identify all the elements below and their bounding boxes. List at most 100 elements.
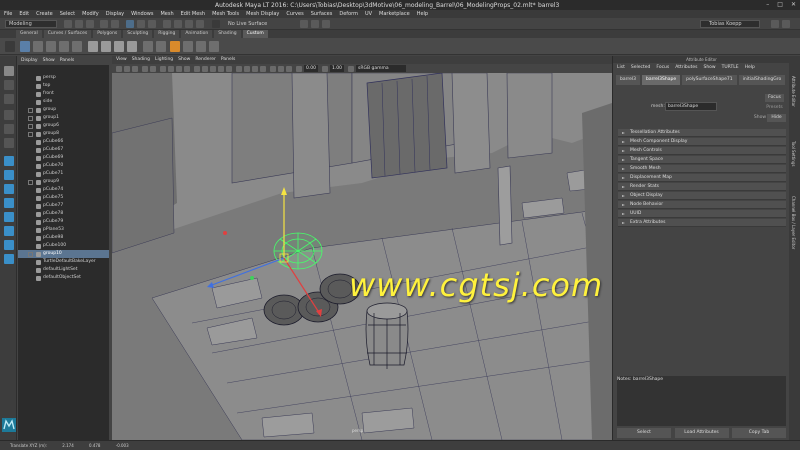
uv-editor-icon[interactable]	[170, 41, 180, 52]
menu-file[interactable]: File	[4, 10, 12, 18]
outliner-item-turtledefaultbakelayer[interactable]: TurtleDefaultBakeLayer	[18, 258, 109, 266]
outliner-item-defaultlightset[interactable]: defaultLightSet	[18, 266, 109, 274]
outliner-menu-panels[interactable]: Panels	[60, 56, 74, 65]
poly-cylinder-icon[interactable]	[114, 41, 124, 52]
user-account[interactable]: Tobias Koepp	[700, 20, 760, 28]
shelf-tab-curves-surfaces[interactable]: Curves / Surfaces	[43, 30, 92, 38]
select-object-icon[interactable]	[137, 20, 145, 28]
attribute-editor-toggle-icon[interactable]	[782, 20, 790, 28]
exposure-field[interactable]: 0.00	[304, 65, 319, 72]
select-hierarchy-icon[interactable]	[126, 20, 134, 28]
shadows-icon[interactable]	[244, 65, 250, 72]
outliner-item-group1[interactable]: group1	[18, 114, 109, 122]
side-tab-attribute-editor[interactable]: Attribute Editor	[791, 76, 796, 107]
menu-surfaces[interactable]: Surfaces	[311, 10, 333, 18]
maximize-button[interactable]: □	[777, 1, 783, 8]
exposure-icon[interactable]	[296, 65, 302, 72]
delete-history-icon[interactable]	[46, 41, 56, 52]
resolution-gate-icon[interactable]	[168, 65, 174, 72]
safe-action-icon[interactable]	[194, 65, 200, 72]
section-object-display[interactable]: Object Display	[618, 192, 786, 200]
expand-icon[interactable]	[28, 123, 33, 129]
menu-deform[interactable]: Deform	[339, 10, 358, 18]
merge-icon[interactable]	[59, 41, 69, 52]
gamma-icon[interactable]	[322, 65, 328, 72]
outliner-item-group8[interactable]: group8	[18, 130, 109, 138]
section-mesh-component-display[interactable]: Mesh Component Display	[618, 138, 786, 146]
xray-joints-icon[interactable]	[286, 65, 292, 72]
side-by-side-layout-icon[interactable]	[4, 184, 14, 194]
persp-outliner-layout-icon[interactable]	[4, 198, 14, 208]
snap-curve-icon[interactable]	[174, 20, 182, 28]
outliner-item-defaultobjectset[interactable]: defaultObjectSet	[18, 274, 109, 282]
freeze-transform-icon[interactable]	[33, 41, 43, 52]
render-settings-icon[interactable]	[322, 20, 330, 28]
viewport-menu-panels[interactable]: Panels	[221, 56, 235, 64]
menu-select[interactable]: Select	[60, 10, 75, 18]
smooth-shade-icon[interactable]	[210, 65, 216, 72]
four-view-layout-icon[interactable]	[4, 170, 14, 180]
shelf-tab-polygons[interactable]: Polygons	[93, 30, 122, 38]
outliner-item-pplane53[interactable]: pPlane53	[18, 226, 109, 234]
menu-uv[interactable]: UV	[365, 10, 372, 18]
gamma-field[interactable]: 1.00	[330, 65, 345, 72]
modeling-toolkit-icon[interactable]	[771, 20, 779, 28]
menu-windows[interactable]: Windows	[131, 10, 153, 18]
outliner-item-pcube71[interactable]: pCube71	[18, 170, 109, 178]
attr-tab-barrel3[interactable]: barrel3	[616, 75, 641, 85]
view-transform-dropdown[interactable]: sRGB gamma	[356, 65, 406, 72]
side-tab-tool-settings[interactable]: Tool Settings	[791, 141, 796, 166]
menu-edit[interactable]: Edit	[19, 10, 29, 18]
menu-create[interactable]: Create	[36, 10, 53, 18]
shelf-tab-custom[interactable]: Custom	[242, 30, 268, 38]
shelf-tab-general[interactable]: General	[16, 30, 42, 38]
section-smooth-mesh[interactable]: Smooth Mesh	[618, 165, 786, 173]
presets-button[interactable]: Presets	[765, 104, 784, 112]
paint-select-tool-icon[interactable]	[4, 94, 14, 104]
camera-select-icon[interactable]	[116, 65, 122, 72]
select-tool-icon[interactable]	[4, 66, 14, 76]
snap-grid-icon[interactable]	[163, 20, 171, 28]
redo-icon[interactable]	[111, 20, 119, 28]
attr-menu-attributes[interactable]: Attributes	[675, 63, 697, 73]
outliner-item-pcube70[interactable]: pCube70	[18, 162, 109, 170]
extrude-icon[interactable]	[143, 41, 153, 52]
grid-toggle-icon[interactable]	[150, 65, 156, 72]
persp-graph-layout-icon[interactable]	[4, 212, 14, 222]
ambient-occlusion-icon[interactable]	[252, 65, 258, 72]
section-uuid[interactable]: UUID	[618, 210, 786, 218]
wireframe-on-shaded-icon[interactable]	[218, 65, 224, 72]
outliner-item-pcube66[interactable]: pCube66	[18, 138, 109, 146]
attr-menu-turtle[interactable]: TURTLE	[722, 63, 739, 73]
viewport-menu-lighting[interactable]: Lighting	[155, 56, 173, 64]
outliner-item-pcube74[interactable]: pCube74	[18, 186, 109, 194]
menu-mesh-display[interactable]: Mesh Display	[246, 10, 279, 18]
outliner-item-pcube100[interactable]: pCube100	[18, 242, 109, 250]
outliner-item-pcube78[interactable]: pCube78	[18, 210, 109, 218]
close-button[interactable]: ✕	[791, 1, 796, 8]
menu-help[interactable]: Help	[417, 10, 428, 18]
field-chart-icon[interactable]	[184, 65, 190, 72]
viewport-menu-shading[interactable]: Shading	[132, 56, 150, 64]
viewport-menu-show[interactable]: Show	[178, 56, 190, 64]
section-node-behavior[interactable]: Node Behavior	[618, 201, 786, 209]
xray-icon[interactable]	[278, 65, 284, 72]
snap-view-icon[interactable]	[196, 20, 204, 28]
live-surface-label[interactable]: No Live Surface	[228, 20, 286, 28]
attr-tab-polysurfaceshape71[interactable]: polySurfaceShape71	[682, 75, 737, 85]
shelf-tab-animation[interactable]: Animation	[181, 30, 213, 38]
outliner-item-group9[interactable]: group9	[18, 178, 109, 186]
outliner-item-group10[interactable]: group10	[18, 250, 109, 258]
single-view-layout-icon[interactable]	[4, 156, 14, 166]
film-gate-icon[interactable]	[160, 65, 166, 72]
viewport-panel[interactable]: View Shading Lighting Show Renderer Panels 0.…	[112, 56, 612, 440]
new-scene-icon[interactable]	[64, 20, 72, 28]
menu-marketplace[interactable]: Marketplace	[379, 10, 410, 18]
expand-icon[interactable]	[28, 251, 33, 257]
section-extra-attributes[interactable]: Extra Attributes	[618, 219, 786, 227]
menu-mesh-tools[interactable]: Mesh Tools	[212, 10, 239, 18]
outliner-item-persp[interactable]: persp	[18, 74, 109, 82]
menu-curves[interactable]: Curves	[286, 10, 303, 18]
combine-icon[interactable]	[72, 41, 82, 52]
open-scene-icon[interactable]	[75, 20, 83, 28]
